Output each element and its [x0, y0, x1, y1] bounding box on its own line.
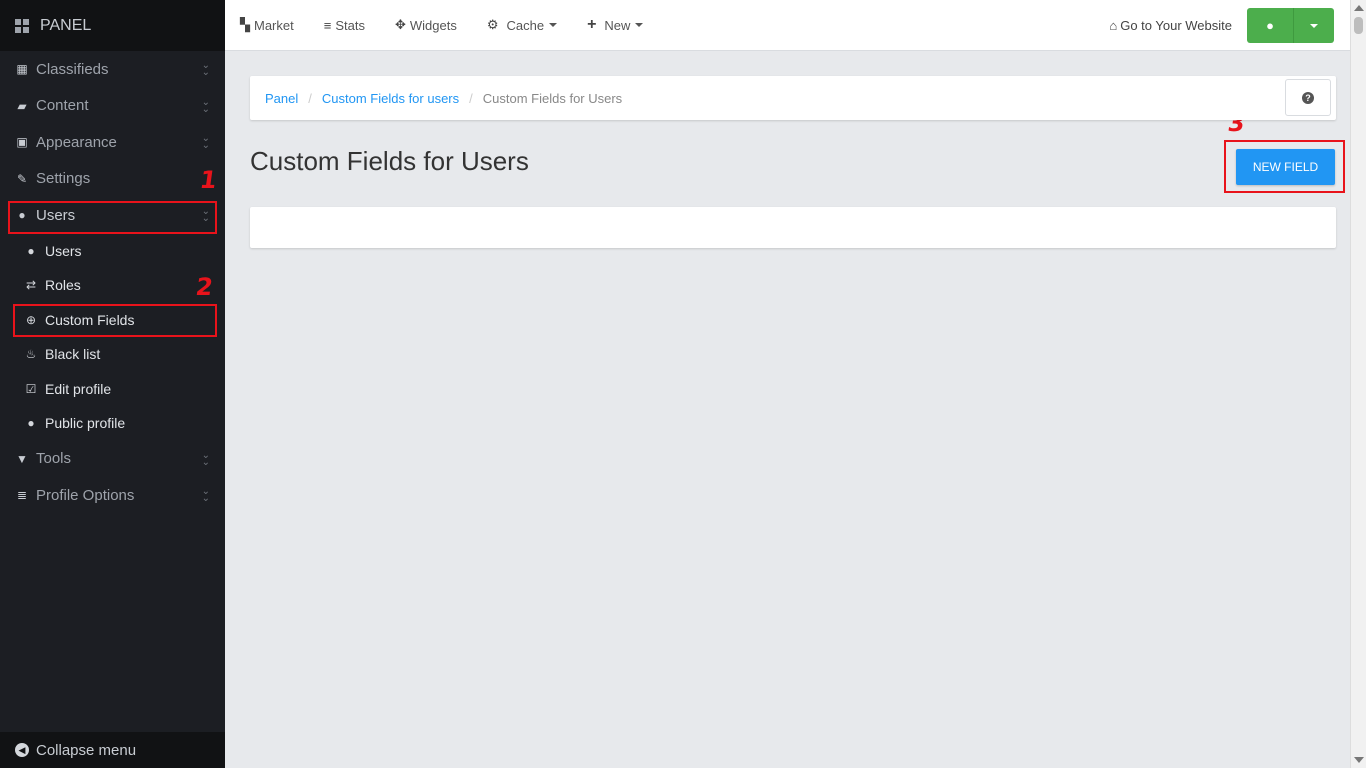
sidebar-item-settings[interactable]: ✎ Settings	[0, 161, 225, 198]
stats-link[interactable]: ≡ Stats	[309, 18, 380, 33]
plus-icon: +	[587, 16, 597, 33]
sidebar-item-profile-options[interactable]: ≣ Profile Options ⌄ ⌄	[0, 477, 225, 514]
brand[interactable]: PANEL	[0, 0, 225, 51]
collapse-menu-label: Collapse menu	[36, 741, 137, 759]
collapse-menu-button[interactable]: ◀ Collapse menu	[0, 732, 225, 768]
fire-icon: ♨	[25, 347, 37, 362]
sidebar-item-content[interactable]: ▰ Content ⌄ ⌄	[0, 88, 225, 125]
sidebar-item-label: Tools	[36, 450, 72, 468]
scroll-down-arrow-icon[interactable]	[1354, 757, 1364, 763]
arrow-left-circle-icon: ◀	[15, 743, 29, 757]
chevron-down-icon: ⌄ ⌄	[201, 60, 210, 78]
widgets-link[interactable]: ✥ Widgets	[380, 17, 472, 33]
market-link[interactable]: ▚ Market	[225, 17, 309, 33]
page-title: Custom Fields for Users	[250, 146, 529, 176]
retweet-icon: ⇄	[25, 278, 37, 293]
market-label: Market	[254, 17, 294, 33]
th-icon: ▦	[16, 62, 28, 77]
sidebar-subitem-label: Users	[45, 242, 82, 259]
picture-icon: ▣	[16, 135, 28, 150]
breadcrumb-separator: /	[469, 90, 473, 106]
go-to-website-label: Go to Your Website	[1120, 18, 1232, 33]
align-left-icon: ≡	[323, 17, 332, 33]
sidebar-item-label: Appearance	[36, 133, 117, 151]
chevron-down-icon: ⌄ ⌄	[201, 449, 210, 468]
sidebar-subitem-black-list[interactable]: ♨ Black list	[0, 337, 225, 372]
user-icon: ●	[1266, 18, 1274, 33]
sidebar-subitem-roles[interactable]: ⇄ Roles	[0, 268, 225, 303]
widgets-label: Widgets	[409, 17, 457, 33]
chevron-down-icon: ⌄ ⌄	[201, 133, 210, 151]
scroll-thumb[interactable]	[1354, 17, 1363, 34]
user-button[interactable]: ●	[1247, 8, 1294, 43]
scroll-up-arrow-icon[interactable]	[1354, 5, 1364, 11]
breadcrumb-panel[interactable]: Panel	[265, 91, 298, 106]
breadcrumb-current: Custom Fields for Users	[482, 90, 623, 106]
page-scrollbar[interactable]	[1350, 0, 1366, 768]
sidebar-subitem-label: Black list	[45, 346, 101, 363]
sidebar-subitem-users[interactable]: ● Users	[0, 234, 225, 269]
sidebar-item-tools[interactable]: ▼ Tools ⌄ ⌄	[0, 441, 225, 478]
folder-open-icon: ▰	[17, 98, 27, 113]
cache-dropdown[interactable]: ⚙ Cache	[472, 17, 572, 33]
breadcrumb-separator: /	[308, 90, 312, 106]
move-icon: ✥	[394, 17, 406, 32]
user-icon: ●	[27, 416, 35, 431]
sidebar-item-classifieds[interactable]: ▦ Classifieds ⌄ ⌄	[0, 51, 225, 88]
caret-down-icon	[1310, 23, 1318, 28]
wrench-icon: ✎	[16, 171, 28, 186]
chevron-down-icon: ⌄ ⌄	[201, 486, 210, 504]
cog-icon: ⚙	[486, 17, 499, 32]
sidebar-subitem-label: Roles	[45, 277, 81, 294]
annotation-box-custom-fields	[13, 304, 217, 337]
top-navbar: ▚ Market ≡ Stats ✥ Widgets ⚙ Cache + New…	[225, 0, 1350, 51]
sidebar: PANEL ▦ Classifieds ⌄ ⌄ ▰ Content ⌄ ⌄ ▣ Ap…	[0, 0, 225, 768]
topbar-right: ⌂ Go to Your Website ●	[1109, 8, 1334, 43]
breadcrumb: Panel / Custom Fields for users / Custom…	[250, 76, 1336, 120]
filter-icon: ▼	[16, 451, 28, 466]
list-icon: ≣	[16, 488, 28, 503]
gift-icon: ▚	[240, 17, 250, 32]
sidebar-item-label: Classifieds	[36, 60, 109, 78]
user-icon: ●	[27, 243, 35, 258]
cache-label: Cache	[506, 17, 545, 33]
sidebar-item-appearance[interactable]: ▣ Appearance ⌄ ⌄	[0, 124, 225, 161]
chevron-down-icon: ⌄ ⌄	[201, 96, 210, 115]
custom-fields-panel	[250, 207, 1336, 248]
sidebar-subitem-label: Public profile	[45, 415, 126, 432]
user-menu: ●	[1247, 8, 1334, 43]
user-dropdown-toggle[interactable]	[1294, 8, 1334, 43]
question-sign-icon: ?	[1302, 91, 1314, 104]
new-label: New	[604, 17, 631, 33]
stats-label: Stats	[335, 17, 365, 33]
sidebar-subitem-label: Edit profile	[45, 380, 112, 397]
edit-icon: ☑	[25, 381, 37, 396]
breadcrumb-custom-fields-users[interactable]: Custom Fields for users	[322, 91, 459, 106]
sidebar-item-label: Content	[36, 97, 89, 115]
help-button[interactable]: ?	[1285, 79, 1331, 116]
new-dropdown[interactable]: + New	[572, 16, 658, 34]
sidebar-item-label: Settings	[36, 170, 91, 188]
sidebar-item-label: Profile Options	[36, 486, 135, 504]
go-to-website-link[interactable]: ⌂ Go to Your Website	[1109, 18, 1232, 33]
sidebar-subitem-public-profile[interactable]: ● Public profile	[0, 406, 225, 441]
brand-title: PANEL	[40, 16, 92, 34]
new-field-button[interactable]: NEW FIELD	[1236, 149, 1335, 185]
caret-down-icon	[635, 23, 644, 27]
sidebar-subitem-edit-profile[interactable]: ☑ Edit profile	[0, 372, 225, 407]
annotation-box-users	[8, 201, 217, 234]
caret-down-icon	[549, 23, 558, 27]
home-icon: ⌂	[1109, 18, 1118, 33]
grid-icon	[15, 18, 29, 33]
